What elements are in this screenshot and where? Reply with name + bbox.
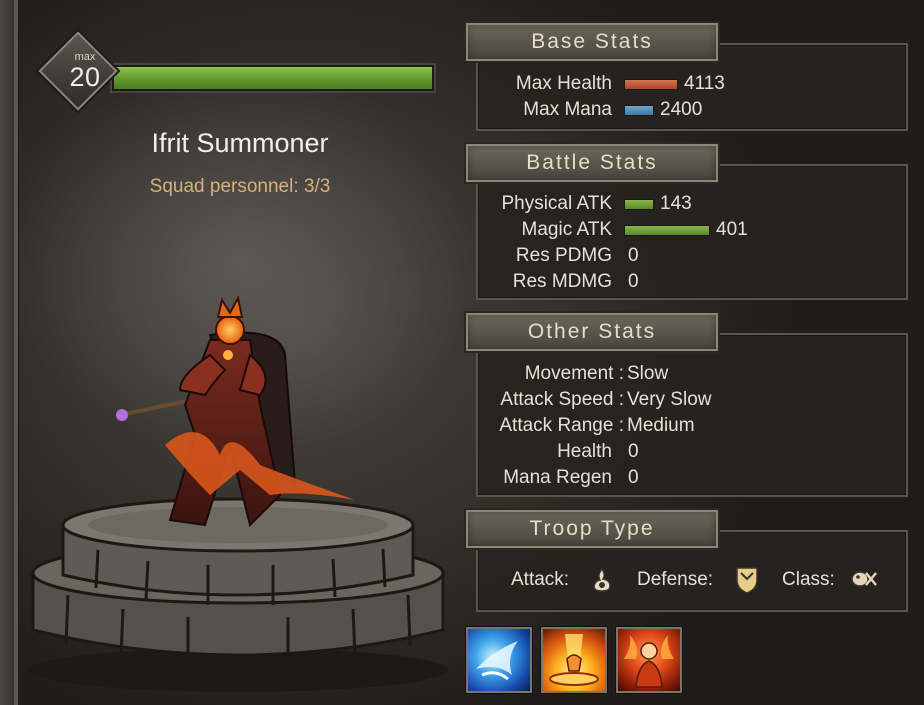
- stat-value: 401: [716, 219, 748, 240]
- stat-value: 0: [628, 441, 639, 462]
- stat-value: Medium: [627, 415, 695, 436]
- stat-label: Max Health: [515, 73, 612, 94]
- squad-personnel: Squad personnel: 3/3: [149, 176, 331, 197]
- stat-label: Physical ATK: [501, 193, 612, 214]
- stat-label: Res MDMG: [512, 271, 612, 292]
- attack-type-label: Attack:: [511, 569, 570, 590]
- stat-value: Slow: [627, 363, 669, 384]
- stat-row-physical-atk: Physical ATK 143: [478, 191, 908, 217]
- flame-pillar-skill-icon[interactable]: [541, 627, 607, 693]
- stat-label: Mana Regen: [503, 467, 612, 488]
- stat-row-max-health: Max Health 4113: [478, 71, 908, 97]
- level-number: 20: [69, 62, 101, 92]
- defense-type-label: Defense:: [637, 569, 714, 590]
- ifrit-summoner-portrait: [116, 295, 355, 527]
- troop-type-title: Troop Type: [466, 510, 718, 548]
- fire-aura-skill-icon[interactable]: [616, 627, 682, 693]
- max-mana-bar: [624, 105, 654, 116]
- other-stats-title: Other Stats: [466, 313, 718, 351]
- stat-value: 143: [660, 193, 692, 214]
- stat-row-res-pdmg: Res PDMG 0: [478, 243, 908, 269]
- stat-value: 4113: [684, 73, 725, 94]
- stat-row-attack-speed: Attack Speed : Very Slow: [478, 387, 908, 413]
- frame-left-edge: [0, 0, 19, 705]
- stat-value: 0: [628, 271, 639, 292]
- unit-detail-screen: max 20 Ifrit Summoner Squad personnel: 3…: [0, 0, 924, 705]
- stat-label: Movement :: [524, 363, 624, 384]
- level-progress-bar: [110, 63, 436, 93]
- stat-row-magic-atk: Magic ATK 401: [478, 217, 908, 243]
- stat-label: Health: [557, 441, 612, 462]
- battle-stats-title: Battle Stats: [466, 144, 718, 182]
- stat-row-res-mdmg: Res MDMG 0: [478, 269, 908, 295]
- stat-row-max-mana: Max Mana 2400: [478, 97, 908, 123]
- stat-label: Attack Range :: [499, 415, 624, 436]
- stat-value: 0: [628, 245, 639, 266]
- physical-atk-bar: [624, 199, 654, 210]
- summoner-class-icon[interactable]: [850, 567, 878, 591]
- ice-claw-skill-icon[interactable]: [466, 627, 532, 693]
- stat-row-attack-range: Attack Range : Medium: [478, 413, 908, 439]
- stat-row-mana-regen: Mana Regen 0: [478, 465, 908, 491]
- stat-label: Max Mana: [523, 99, 612, 120]
- stat-value: 0: [628, 467, 639, 488]
- stat-label: Magic ATK: [521, 219, 612, 240]
- level-progress-fill: [114, 67, 432, 89]
- stat-row-movement: Movement : Slow: [478, 361, 908, 387]
- battle-stats-panel: Physical ATK 143 Magic ATK 401 Res PDMG …: [476, 164, 908, 300]
- max-health-bar: [624, 79, 678, 90]
- magic-attack-icon[interactable]: [590, 567, 614, 593]
- stat-row-health: Health 0: [478, 439, 908, 465]
- base-stats-title: Base Stats: [466, 23, 718, 61]
- stat-label: Res PDMG: [515, 245, 612, 266]
- class-type-label: Class:: [782, 569, 835, 590]
- shield-icon[interactable]: [734, 565, 760, 595]
- magic-atk-bar: [624, 225, 710, 236]
- stat-value: 2400: [660, 99, 703, 120]
- stat-value: Very Slow: [627, 389, 712, 410]
- unit-name: Ifrit Summoner: [151, 128, 329, 158]
- other-stats-panel: Movement : Slow Attack Speed : Very Slow…: [476, 333, 908, 497]
- stat-label: Attack Speed :: [500, 389, 624, 410]
